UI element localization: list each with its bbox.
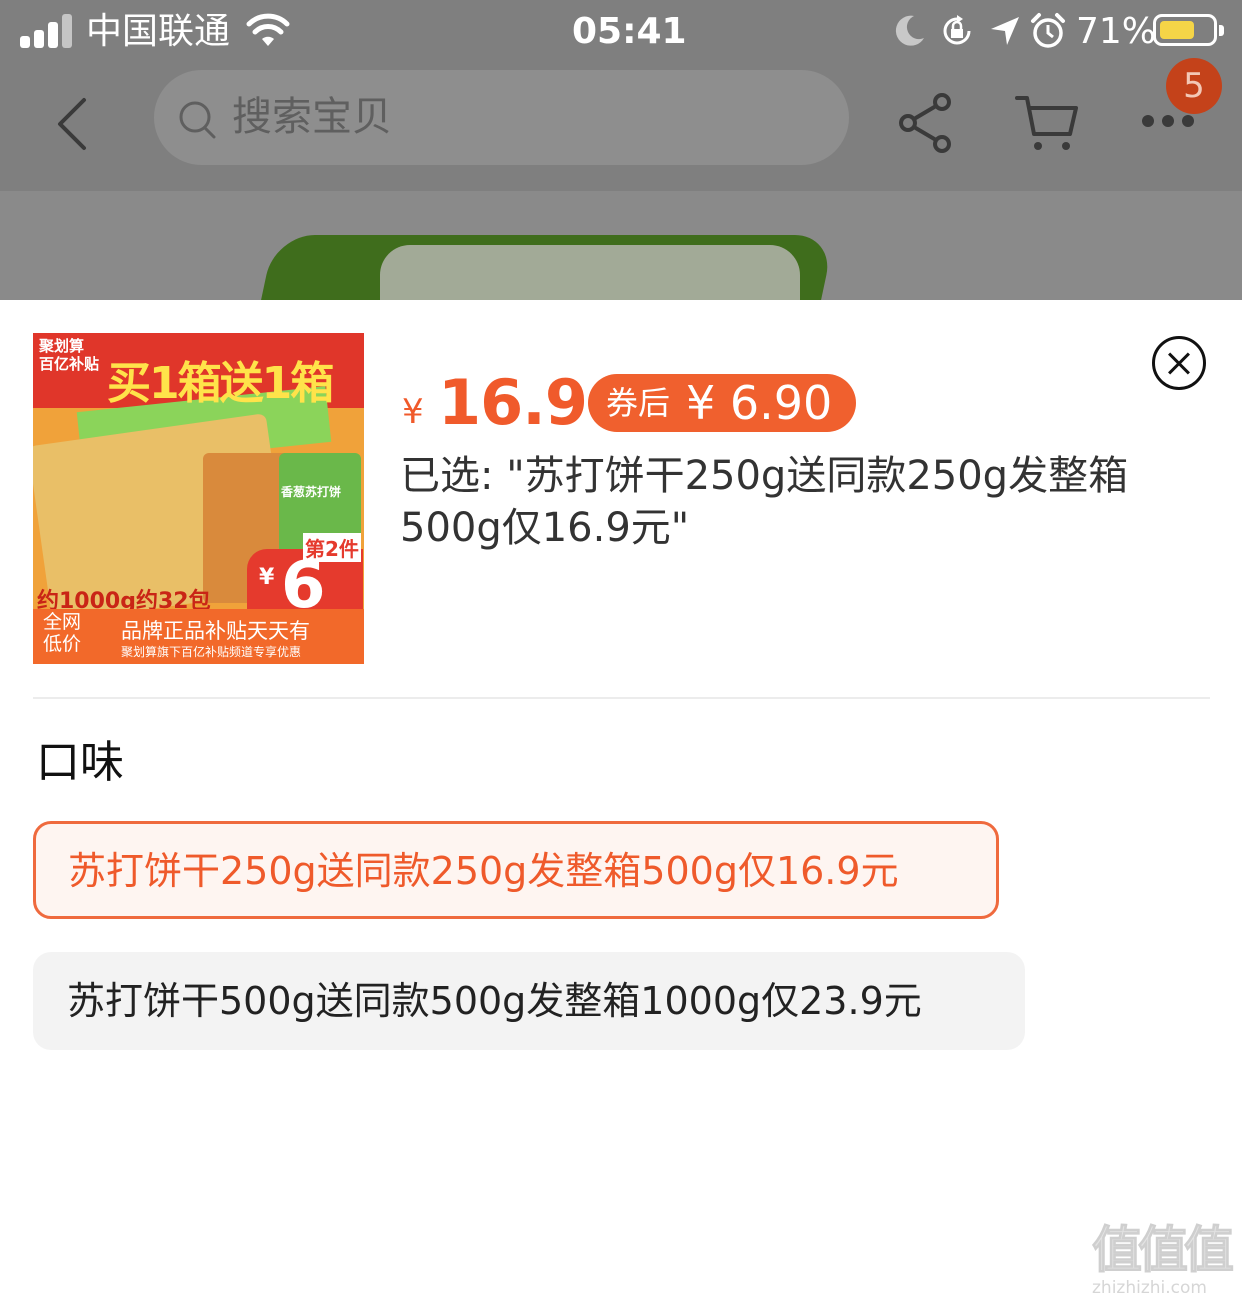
second-item-currency: ¥ bbox=[259, 565, 275, 590]
flavor-section-title: 口味 bbox=[36, 737, 124, 788]
sku-selection-sheet: 香葱苏打饼 聚划算 百亿补贴 买1箱送1箱 第2件 ¥ 6 约1000g约32包… bbox=[0, 300, 1242, 1298]
package-name: 香葱苏打饼 bbox=[281, 485, 342, 499]
divider bbox=[33, 697, 1210, 699]
clock-time: 05:41 bbox=[572, 11, 687, 52]
search-placeholder: 搜索宝贝 bbox=[232, 94, 392, 140]
search-bar[interactable]: 搜索宝贝 bbox=[154, 70, 849, 165]
wifi-icon bbox=[246, 13, 290, 46]
product-thumbnail[interactable]: 香葱苏打饼 聚划算 百亿补贴 买1箱送1箱 第2件 ¥ 6 约1000g约32包… bbox=[33, 333, 364, 664]
battery-icon bbox=[1153, 14, 1224, 46]
coupon-price-badge: 券后 ¥ 6.90 bbox=[588, 374, 856, 432]
top-nav-bar: 搜索宝贝 5 bbox=[0, 58, 1242, 189]
coupon-price: ¥ 6.90 bbox=[686, 376, 833, 430]
product-hero-image bbox=[0, 191, 1242, 300]
lowest-price-tag: 全网低价 bbox=[43, 611, 82, 655]
site-watermark: 值值值 zhizhizhi.com bbox=[1092, 1221, 1235, 1298]
share-icon[interactable] bbox=[898, 92, 956, 154]
rotation-lock-icon bbox=[943, 15, 971, 45]
watermark-site: zhizhizhi.com bbox=[1092, 1278, 1207, 1298]
location-arrow-icon bbox=[991, 17, 1019, 45]
footer-subtext: 聚划算旗下百亿补贴频道专享优惠 bbox=[121, 645, 302, 659]
cart-icon[interactable] bbox=[1014, 92, 1080, 154]
product-price: 16.9 bbox=[438, 366, 588, 439]
watermark-mark: 值值值 bbox=[1092, 1221, 1235, 1279]
coupon-label: 券后 bbox=[606, 384, 671, 422]
do-not-disturb-moon-icon bbox=[895, 15, 924, 46]
battery-percent: 71% bbox=[1076, 11, 1157, 52]
flavor-option[interactable]: 苏打饼干500g送同款500g发整箱1000g仅23.9元 bbox=[33, 952, 1025, 1050]
alarm-clock-icon bbox=[1031, 13, 1065, 48]
flavor-option-selected[interactable]: 苏打饼干250g送同款250g发整箱500g仅16.9元 bbox=[33, 821, 999, 919]
cart-count-badge: 5 bbox=[1166, 58, 1222, 114]
currency-symbol: ¥ bbox=[402, 392, 424, 432]
cellular-signal-icon bbox=[20, 14, 74, 48]
promo-headline: 买1箱送1箱 bbox=[107, 358, 334, 409]
close-icon[interactable] bbox=[1152, 336, 1206, 390]
status-bar: 中国联通 05:41 71% bbox=[0, 0, 1242, 64]
back-arrow-icon[interactable] bbox=[48, 94, 102, 154]
thumbnail-footer: 全网低价 品牌正品补贴天天有 聚划算旗下百亿补贴频道专享优惠 bbox=[33, 609, 364, 664]
campaign-label: 聚划算 百亿补贴 bbox=[39, 337, 100, 373]
brand-line: 品牌正品补贴天天有 bbox=[121, 619, 310, 643]
search-icon bbox=[179, 101, 216, 139]
selected-variant-text: 已选: "苏打饼干250g送同款250g发整箱500g仅16.9元" bbox=[400, 453, 1129, 551]
carrier-name: 中国联通 bbox=[86, 11, 231, 52]
background-page-overlay[interactable]: 中国联通 05:41 71% 搜索宝贝 5 bbox=[0, 0, 1242, 300]
